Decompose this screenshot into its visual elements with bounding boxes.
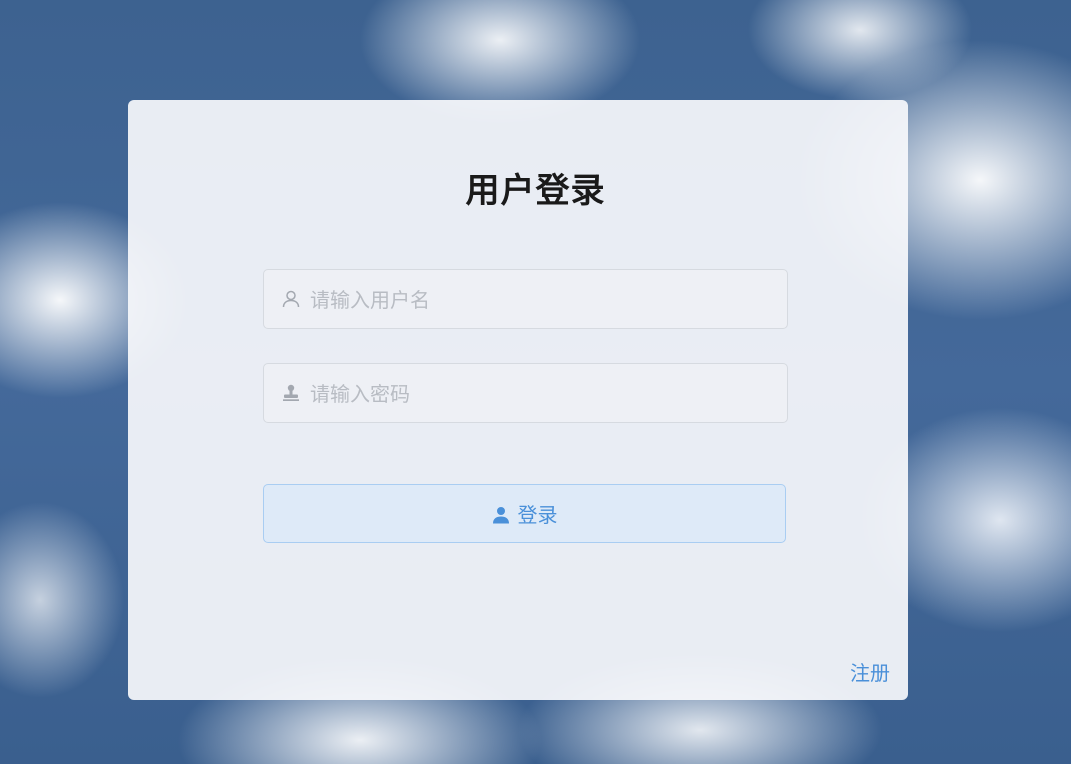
username-field[interactable]: [263, 269, 788, 330]
login-button-label: 登录: [517, 503, 558, 527]
register-link[interactable]: 注册: [850, 657, 890, 686]
stamp-icon: [281, 383, 301, 403]
password-field[interactable]: [263, 363, 788, 424]
login-button[interactable]: 登录: [263, 484, 786, 543]
password-input[interactable]: [308, 364, 772, 424]
page-title: 用户登录: [465, 171, 606, 211]
user-filled-icon: [492, 505, 510, 523]
user-outline-icon: [281, 289, 301, 309]
username-input[interactable]: [308, 270, 772, 330]
